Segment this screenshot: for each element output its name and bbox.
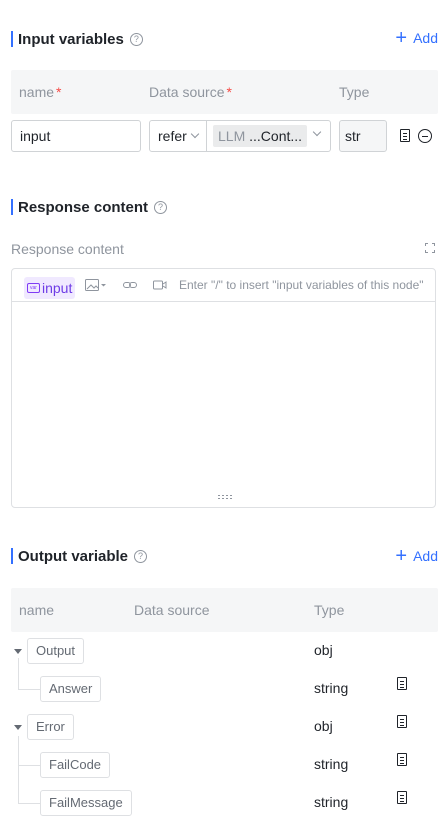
collapse-caret-icon[interactable] [14,649,22,654]
input-variables-title: Input variables [18,30,124,48]
input-variables-header: Input variables ? [11,29,143,49]
collapse-caret-icon[interactable] [14,725,22,730]
expand-icon[interactable] [425,243,435,253]
variable-icon: var [27,283,40,293]
column-type: Type [314,602,345,618]
variable-chip-input[interactable]: var input [24,277,76,299]
column-data-source: Data source * [149,84,232,100]
description-icon[interactable] [397,677,407,690]
response-content-title: Response content [18,198,149,216]
column-name: name * [19,84,62,100]
output-var-type: obj [314,642,333,658]
image-icon[interactable] [84,279,107,291]
output-variable-title: Output variable [18,547,129,565]
reference-chip: LLM ...Cont... [213,125,308,147]
add-label: Add [413,548,438,564]
response-editor[interactable]: B Enter "/" to insert "input variables o… [11,268,436,508]
resize-handle[interactable] [217,494,233,500]
description-icon[interactable] [397,753,407,766]
tree-line [18,765,40,766]
output-var-name: FailMessage [40,790,132,816]
type-field: str [339,120,387,152]
description-icon[interactable] [397,791,407,804]
output-var-name: Output [27,638,85,664]
description-icon[interactable] [397,715,407,728]
output-var-name: FailCode [40,752,111,778]
editor-placeholder: Enter "/" to insert "input variables of … [179,278,424,292]
help-icon[interactable]: ? [154,200,168,214]
output-variable-header: Output variable ? [11,546,148,566]
output-variables-table-header: name Data source Type [11,588,438,632]
help-icon[interactable]: ? [129,32,143,46]
section-accent-bar [11,548,13,564]
data-source-field: refer LLM ...Cont... [149,120,331,152]
remove-circle-icon[interactable] [418,129,432,143]
link-icon[interactable] [122,280,137,290]
output-var-name: Error [27,714,74,740]
input-variables-table-header: name * Data source * Type [11,70,438,114]
tree-line [18,803,40,804]
response-content-header: Response content ? [11,197,168,217]
column-data-source: Data source [134,602,210,618]
reference-select[interactable]: LLM ...Cont... [207,121,330,151]
section-accent-bar [11,31,13,47]
output-var-type: obj [314,718,333,734]
tree-line [18,736,19,803]
plus-icon: + [395,545,408,567]
editor-toolbar: B Enter "/" to insert "input variables o… [12,269,435,302]
add-label: Add [413,30,438,46]
chevron-down-icon [190,129,200,139]
section-accent-bar [11,199,13,215]
help-icon[interactable]: ? [134,549,148,563]
output-var-name: Answer [40,676,102,702]
column-type: Type [339,84,370,100]
description-icon[interactable] [400,129,410,142]
output-var-type: string [314,680,349,696]
chevron-down-icon [312,127,322,137]
add-output-variable-button[interactable]: + Add [395,546,438,566]
video-icon[interactable] [152,280,167,290]
variable-name-input[interactable]: input [11,120,141,152]
source-mode-select[interactable]: refer [150,121,207,151]
response-content-label: Response content [11,241,124,257]
column-name: name [19,602,55,618]
plus-icon: + [395,27,408,49]
tree-line [18,689,40,690]
tree-line [18,658,19,689]
add-input-variable-button[interactable]: + Add [395,28,438,48]
output-var-type: string [314,756,349,772]
output-var-type: string [314,794,349,810]
